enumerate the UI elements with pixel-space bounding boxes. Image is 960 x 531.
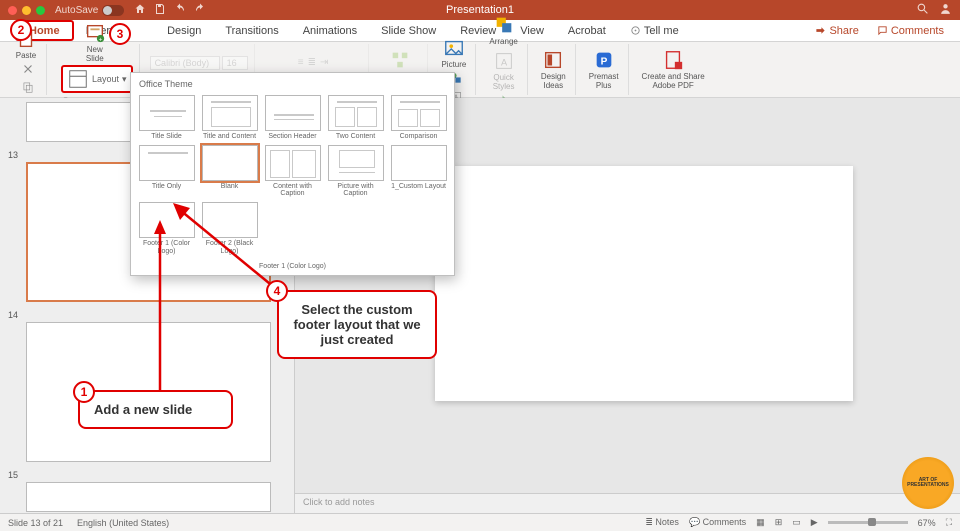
new-slide-button[interactable]: + New Slide bbox=[81, 20, 109, 65]
numbering-icon[interactable]: ≣ bbox=[308, 57, 316, 68]
callout-number-2: 2 bbox=[10, 19, 32, 41]
arrow-1 bbox=[150, 220, 170, 395]
layout-content-caption[interactable]: Content with Caption bbox=[263, 145, 322, 198]
svg-text:+: + bbox=[98, 36, 102, 43]
create-share-pdf-button[interactable]: Create and Share Adobe PDF bbox=[639, 47, 708, 92]
ribbon-tabs: Home Insert Draw Design Transitions Anim… bbox=[0, 20, 960, 42]
autosave-label: AutoSave bbox=[55, 5, 98, 16]
layout-blank[interactable]: Blank bbox=[200, 145, 259, 198]
status-bar: Slide 13 of 21 English (United States) ≣… bbox=[0, 513, 960, 531]
callout-number-4: 4 bbox=[266, 280, 288, 302]
layout-section-header[interactable]: Section Header bbox=[263, 95, 322, 141]
tab-animations[interactable]: Animations bbox=[291, 20, 369, 41]
tab-acrobat[interactable]: Acrobat bbox=[556, 20, 618, 41]
slide-number-14: 14 bbox=[8, 310, 286, 320]
layout-two-content[interactable]: Two Content bbox=[326, 95, 385, 141]
svg-text:P: P bbox=[600, 57, 607, 68]
title-bar: AutoSave Presentation1 bbox=[0, 0, 960, 20]
bullets-icon[interactable]: ≡ bbox=[298, 57, 304, 68]
premast-plus-button[interactable]: P Premast Plus bbox=[586, 47, 622, 92]
redo-icon[interactable] bbox=[194, 3, 206, 18]
design-ideas-label: Design Ideas bbox=[541, 72, 566, 90]
font-name-input[interactable]: Calibri (Body) bbox=[150, 56, 220, 70]
close-window-icon[interactable] bbox=[8, 6, 17, 15]
share-button[interactable]: Share bbox=[809, 23, 864, 39]
indent-icon[interactable]: ⇥ bbox=[320, 57, 328, 68]
notes-pane[interactable]: Click to add notes bbox=[295, 493, 960, 513]
layout-title-content[interactable]: Title and Content bbox=[200, 95, 259, 141]
design-ideas-button[interactable]: Design Ideas bbox=[538, 47, 569, 92]
share-label: Share bbox=[829, 25, 858, 37]
layout-title-only[interactable]: Title Only bbox=[137, 145, 196, 198]
tab-tellme[interactable]: Tell me bbox=[618, 20, 691, 41]
maximize-window-icon[interactable] bbox=[36, 6, 45, 15]
callout-add-slide: Add a new slide bbox=[78, 390, 233, 429]
tab-slideshow[interactable]: Slide Show bbox=[369, 20, 448, 41]
slide-thumbnail-15[interactable] bbox=[26, 482, 271, 512]
sorter-view-icon[interactable]: ⊞ bbox=[775, 517, 783, 528]
normal-view-icon[interactable]: ▦ bbox=[756, 517, 765, 528]
watermark-logo: ART OF PRESENTATIONS bbox=[902, 457, 954, 509]
layout-dropdown[interactable]: Layout ▾ bbox=[61, 65, 133, 93]
layout-custom-1[interactable]: 1_Custom Layout bbox=[389, 145, 448, 198]
zoom-slider[interactable] bbox=[828, 521, 908, 524]
new-slide-label: New Slide bbox=[86, 45, 104, 63]
callout-select-layout-text: Select the custom footer layout that we … bbox=[293, 302, 420, 347]
copy-icon[interactable] bbox=[21, 80, 35, 96]
callout-select-layout: Select the custom footer layout that we … bbox=[277, 290, 437, 359]
zoom-level[interactable]: 67% bbox=[918, 518, 936, 528]
layout-comparison[interactable]: Comparison bbox=[389, 95, 448, 141]
layout-label: Layout bbox=[92, 74, 119, 84]
slide-number-15: 15 bbox=[8, 470, 286, 480]
arrow-4 bbox=[170, 200, 280, 295]
home-icon[interactable] bbox=[134, 3, 146, 18]
comments-button[interactable]: Comments bbox=[871, 23, 950, 39]
search-icon[interactable] bbox=[916, 2, 929, 18]
save-icon[interactable] bbox=[154, 3, 166, 18]
quick-access-toolbar bbox=[134, 3, 206, 18]
cut-icon[interactable] bbox=[21, 62, 35, 78]
comments-label: Comments bbox=[891, 25, 944, 37]
arrange-button[interactable]: Arrange bbox=[486, 12, 520, 48]
quick-styles-button[interactable]: A Quick Styles bbox=[490, 48, 518, 93]
svg-text:A: A bbox=[501, 58, 508, 68]
slide-canvas[interactable] bbox=[435, 166, 853, 401]
layout-title-slide[interactable]: Title Slide bbox=[137, 95, 196, 141]
tab-design[interactable]: Design bbox=[155, 20, 213, 41]
callout-number-1: 1 bbox=[73, 381, 95, 403]
window-controls bbox=[8, 6, 45, 15]
paste-label: Paste bbox=[16, 51, 36, 60]
account-icon[interactable] bbox=[939, 2, 952, 18]
slideshow-view-icon[interactable]: ▶ bbox=[811, 517, 818, 528]
create-share-label: Create and Share Adobe PDF bbox=[642, 72, 705, 90]
tab-transitions[interactable]: Transitions bbox=[213, 20, 290, 41]
notes-toggle[interactable]: ≣ Notes bbox=[645, 517, 679, 528]
reading-view-icon[interactable]: ▭ bbox=[792, 517, 801, 528]
picture-label: Picture bbox=[441, 60, 466, 69]
comments-toggle[interactable]: 💬 Comments bbox=[689, 517, 746, 528]
layout-gallery-heading: Office Theme bbox=[135, 77, 450, 93]
minimize-window-icon[interactable] bbox=[22, 6, 31, 15]
callout-number-3: 3 bbox=[109, 23, 131, 45]
font-size-input[interactable]: 16 bbox=[222, 56, 248, 70]
layout-picture-caption[interactable]: Picture with Caption bbox=[326, 145, 385, 198]
tellme-label: Tell me bbox=[644, 25, 679, 37]
callout-add-slide-text: Add a new slide bbox=[94, 402, 192, 417]
toggle-icon[interactable] bbox=[102, 5, 124, 16]
slide-counter: Slide 13 of 21 bbox=[8, 518, 63, 528]
autosave-toggle[interactable]: AutoSave bbox=[55, 5, 124, 16]
language-indicator[interactable]: English (United States) bbox=[77, 518, 169, 528]
undo-icon[interactable] bbox=[174, 3, 186, 18]
fit-to-window-icon[interactable]: ⛶ bbox=[946, 517, 952, 528]
chevron-down-icon: ▾ bbox=[122, 74, 127, 85]
arrange-label: Arrange bbox=[489, 37, 517, 46]
picture-button[interactable]: Picture bbox=[438, 35, 469, 71]
premast-label: Premast Plus bbox=[589, 72, 619, 90]
quick-styles-label: Quick Styles bbox=[493, 73, 515, 91]
ribbon-home: Paste + New Slide Layout ▾ ⟲ ▭ Calibri (… bbox=[0, 42, 960, 98]
